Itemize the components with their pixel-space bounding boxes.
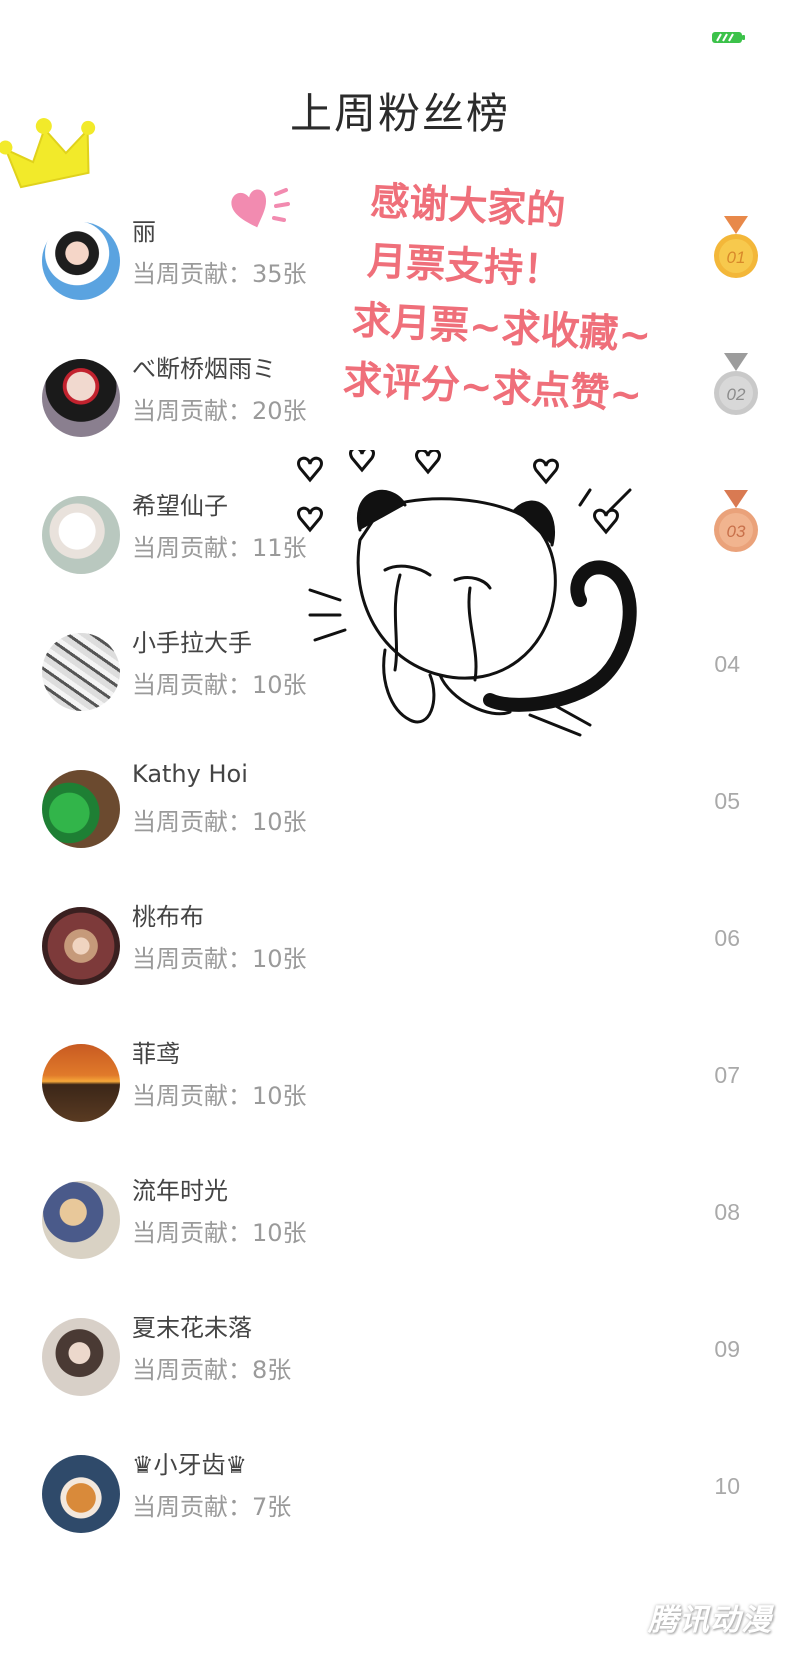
- rank-label: 03: [727, 522, 746, 541]
- fan-name: べ断桥烟雨ミ: [132, 355, 276, 383]
- rank-number: 06: [714, 925, 740, 951]
- list-item[interactable]: 夏末花未落 当周贡献：8张 09: [0, 1296, 800, 1416]
- list-item[interactable]: Kathy Hoi 当周贡献：10张 05: [0, 748, 800, 868]
- watermark: 腾讯动漫: [648, 1603, 772, 1638]
- avatar: [42, 1044, 120, 1122]
- fan-name: 夏末花未落: [132, 1314, 252, 1342]
- avatar: [42, 359, 120, 437]
- fan-name: ♛小牙齿♛: [132, 1451, 248, 1479]
- avatar: [42, 907, 120, 985]
- battery-icon: [712, 32, 745, 43]
- page-title: 上周粉丝榜: [289, 89, 510, 138]
- contribution-count: 当周贡献：10张: [132, 1219, 307, 1247]
- fan-name: 丽: [132, 218, 156, 246]
- fan-name: 希望仙子: [132, 492, 228, 520]
- rank-number: 04: [714, 651, 740, 677]
- list-item[interactable]: ♛小牙齿♛ 当周贡献：7张 10: [0, 1433, 800, 1553]
- rank-number: 10: [714, 1473, 740, 1499]
- contribution-count: 当周贡献：10张: [132, 1082, 307, 1110]
- crown-icon: [0, 118, 96, 189]
- avatar: [42, 496, 120, 574]
- fan-name: 桃布布: [132, 903, 204, 931]
- avatar: [42, 222, 120, 300]
- crying-cat-illustration: [297, 450, 637, 737]
- avatar: [42, 1318, 120, 1396]
- fan-name: 小手拉大手: [132, 629, 252, 657]
- list-item[interactable]: 菲鸢 当周贡献：10张 07: [0, 1022, 800, 1142]
- avatar: [42, 633, 120, 711]
- rank-number: 08: [714, 1199, 740, 1225]
- contribution-count: 当周贡献：11张: [132, 534, 307, 562]
- contribution-count: 当周贡献：10张: [132, 945, 307, 973]
- rank-number: 09: [714, 1336, 740, 1362]
- contribution-count: 当周贡献：10张: [132, 671, 307, 699]
- thanks-message: 感谢大家的 月票支持！ 求月票~求收藏~ 求评分~求点赞~: [342, 172, 721, 430]
- silver-medal-icon: 02: [714, 353, 758, 415]
- list-item[interactable]: 流年时光 当周贡献：10张 08: [0, 1159, 800, 1279]
- avatar: [42, 770, 120, 848]
- rank-number: 05: [714, 788, 740, 814]
- contribution-count: 当周贡献：7张: [132, 1493, 292, 1521]
- bronze-medal-icon: 03: [714, 490, 758, 552]
- contribution-count: 当周贡献：8张: [132, 1356, 292, 1384]
- rank-label: 02: [727, 385, 746, 404]
- contribution-count: 当周贡献：35张: [132, 260, 307, 288]
- list-item[interactable]: 桃布布 当周贡献：10张 06: [0, 885, 800, 1005]
- avatar: [42, 1455, 120, 1533]
- contribution-count: 当周贡献：20张: [132, 397, 307, 425]
- rank-number: 07: [714, 1062, 740, 1088]
- contribution-count: 当周贡献：10张: [132, 808, 307, 836]
- fan-name: 流年时光: [132, 1177, 228, 1205]
- fan-name: Kathy Hoi: [132, 760, 248, 788]
- rank-label: 01: [727, 248, 746, 267]
- avatar: [42, 1181, 120, 1259]
- fan-name: 菲鸢: [132, 1040, 180, 1068]
